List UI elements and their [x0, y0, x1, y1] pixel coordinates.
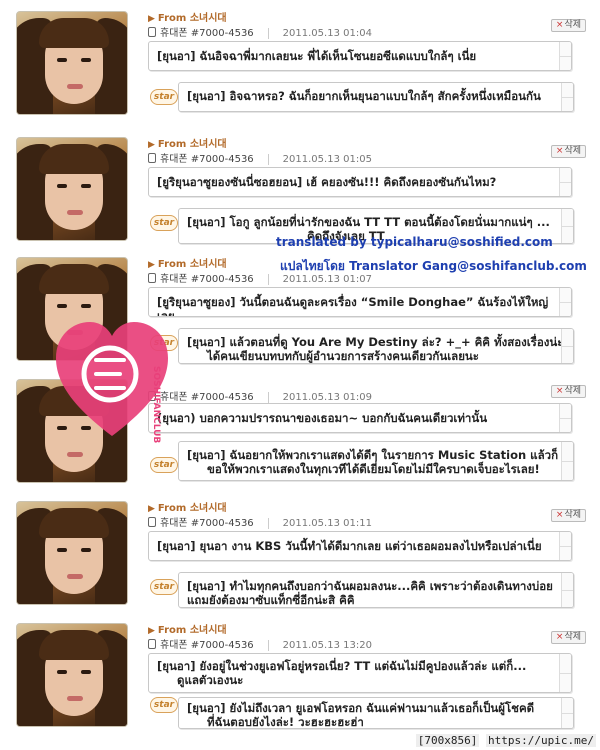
comment-meta: 휴대폰 #7000-4536 2011.05.13 13:20: [148, 636, 372, 651]
arrow-right-icon: ▶: [148, 140, 155, 150]
timestamp: 2011.05.13 01:11: [267, 518, 372, 529]
phone-icon: [148, 639, 156, 649]
star-badge: star: [150, 697, 178, 713]
answer-bubble: [ยุนอา] อิจฉาหรอ? ฉันก็อยากเห็นยุนอาแบบใ…: [178, 82, 574, 112]
from-label: ▶ From 소녀시대: [148, 259, 227, 270]
comment-meta: 휴대폰 #7000-4536 2011.05.13 01:05: [148, 150, 372, 165]
close-icon: ×: [555, 510, 564, 520]
timestamp: 2011.05.13 13:20: [267, 640, 372, 651]
heart-logo-icon: SOSHIFANCLUB: [56, 322, 168, 443]
comment-card: ▶ From 소녀시대 휴대폰 #7000-4536 2011.05.13 01:1…: [8, 493, 592, 608]
question-bubble: [ยุนอา] ยุนอา งาน KBS วันนี้ทำได้ดีมากเล…: [148, 531, 572, 561]
scrollbar[interactable]: [561, 329, 573, 363]
close-icon: ×: [555, 386, 564, 396]
arrow-right-icon: ▶: [148, 626, 155, 636]
answer-bubble: [ยุนอา] ฉันอยากให้พวกเราแสดงได้ดีๆ ในราย…: [178, 441, 574, 481]
phone-icon: [148, 273, 156, 283]
answer-bubble: [ยุนอา] ยังไม่ถึงเวลา ยูเอฟโอหรอก ฉันแค่…: [178, 697, 574, 729]
timestamp: 2011.05.13 01:05: [267, 154, 372, 165]
avatar: [16, 623, 128, 727]
delete-button[interactable]: ×삭제: [550, 19, 586, 32]
answer-bubble: [ยุนอา] ทำไมทุกคนถึงบอกว่าฉันผอมลงนะ...ค…: [178, 572, 574, 608]
image-footer: [700x856] https://upic.me/: [415, 734, 596, 747]
phone-icon: [148, 517, 156, 527]
phone-icon: [148, 27, 156, 37]
scrollbar[interactable]: [561, 442, 573, 480]
answer-bubble: [ยุนอา] แล้วตอนที่ดู You Are My Destiny …: [178, 328, 574, 364]
question-bubble: [ยุนอา] ฉันอิจฉาพี่มากเลยนะ พี่ได้เห็นโซ…: [148, 41, 572, 71]
star-badge: star: [150, 579, 178, 595]
question-bubble: [ยูริยุนอาซูยองซันนี่ซอฮยอน] เฮ้ คยองซัน…: [148, 167, 572, 197]
avatar: [16, 137, 128, 241]
close-icon: ×: [555, 632, 564, 642]
host-link[interactable]: https://upic.me/: [486, 734, 596, 747]
arrow-right-icon: ▶: [148, 14, 155, 24]
scrollbar[interactable]: [561, 698, 573, 728]
comment-meta: 휴대폰 #7000-4536 2011.05.13 01:11: [148, 514, 372, 529]
comment-card: ▶ From 소녀시대 휴대폰 #7000-4536 2011.05.13 01:0…: [8, 3, 592, 118]
sender: 휴대폰 #7000-4536: [160, 154, 254, 165]
scrollbar[interactable]: [561, 209, 573, 243]
arrow-right-icon: ▶: [148, 504, 155, 514]
from-label: ▶ From 소녀시대: [148, 139, 227, 150]
sender: 휴대폰 #7000-4536: [160, 518, 254, 529]
question-bubble: (ยุนอา) บอกความปรารถนาของเธอมา~ บอกกับฉั…: [148, 403, 572, 433]
star-badge: star: [150, 89, 178, 105]
sender: 휴대폰 #7000-4536: [160, 274, 254, 285]
svg-text:SOSHIFANCLUB: SOSHIFANCLUB: [151, 366, 161, 443]
scrollbar[interactable]: [561, 573, 573, 607]
scrollbar[interactable]: [559, 288, 571, 316]
scrollbar[interactable]: [559, 654, 571, 692]
star-badge: star: [150, 215, 178, 231]
scrollbar[interactable]: [559, 532, 571, 560]
sender: 휴대폰 #7000-4536: [160, 392, 254, 403]
comment-card: ▶ From 소녀시대 휴대폰 #7000-4536 2011.05.13 13:2…: [8, 615, 592, 730]
translator-credit: translated by typicalharu@soshified.com: [276, 235, 553, 249]
question-bubble: [ยุนอา] ยังอยู่ในช่วงยูเอฟโอยู่หรอเนี่ย?…: [148, 653, 572, 693]
delete-button[interactable]: ×삭제: [550, 385, 586, 398]
from-label: ▶ From 소녀시대: [148, 503, 227, 514]
arrow-right-icon: ▶: [148, 260, 155, 270]
comment-card: ▶ From 소녀시대 휴대폰 #7000-4536 2011.05.13 01:0…: [8, 129, 592, 244]
scrollbar[interactable]: [561, 83, 573, 111]
sender: 휴대폰 #7000-4536: [160, 28, 254, 39]
sender: 휴대폰 #7000-4536: [160, 640, 254, 651]
from-label: ▶ From 소녀시대: [148, 13, 227, 24]
timestamp: 2011.05.13 01:04: [267, 28, 372, 39]
delete-button[interactable]: ×삭제: [550, 631, 586, 644]
close-icon: ×: [555, 20, 564, 30]
avatar: [16, 11, 128, 115]
delete-button[interactable]: ×삭제: [550, 509, 586, 522]
translator-credit-thai: แปลไทยโดย Translator Gang@soshifanclub.c…: [280, 259, 587, 273]
scrollbar[interactable]: [559, 42, 571, 70]
timestamp: 2011.05.13 01:09: [267, 392, 372, 403]
image-dimensions: [700x856]: [415, 734, 480, 747]
comment-meta: 휴대폰 #7000-4536 2011.05.13 01:09: [148, 388, 372, 403]
delete-button[interactable]: ×삭제: [550, 145, 586, 158]
close-icon: ×: [555, 146, 564, 156]
question-bubble: [ยูริยุนอาซูยอง] วันนี้ตอนฉันดูละครเรื่อ…: [148, 287, 572, 317]
scrollbar[interactable]: [559, 404, 571, 432]
from-label: ▶ From 소녀시대: [148, 625, 227, 636]
avatar: [16, 501, 128, 605]
comment-meta: 휴대폰 #7000-4536 2011.05.13 01:04: [148, 24, 372, 39]
star-badge: star: [150, 457, 178, 473]
phone-icon: [148, 153, 156, 163]
scrollbar[interactable]: [559, 168, 571, 196]
